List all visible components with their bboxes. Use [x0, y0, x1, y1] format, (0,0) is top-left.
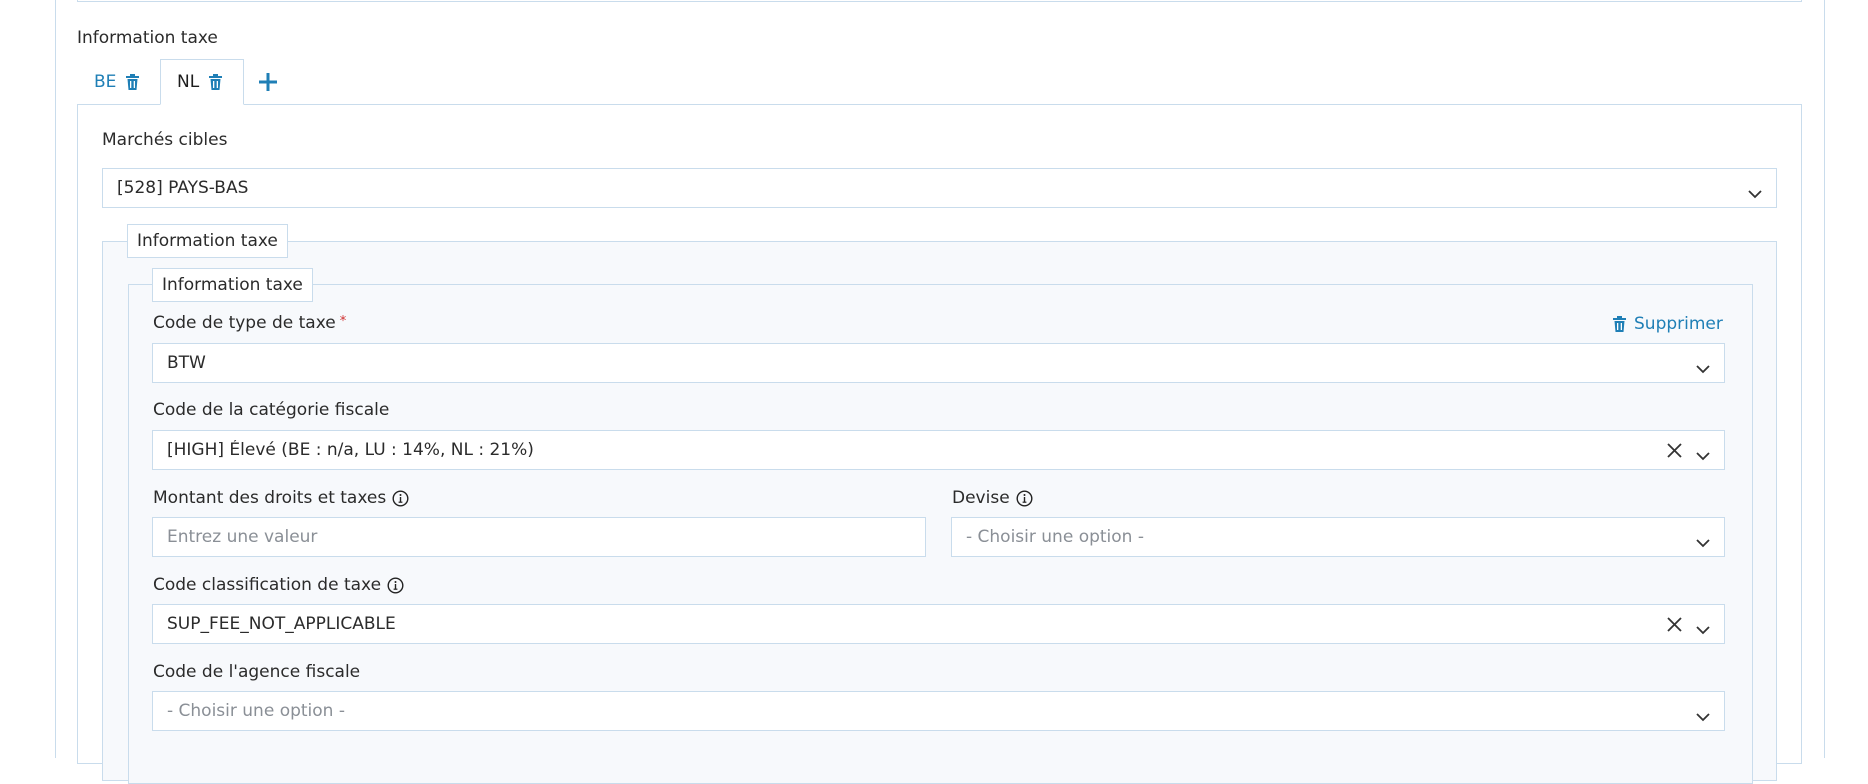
amount-input[interactable]: Entrez une valeur [152, 517, 926, 557]
clear-x-icon[interactable] [1667, 442, 1682, 458]
tax-classification-label-text: Code classification de taxe [153, 575, 382, 595]
info-icon[interactable] [387, 576, 404, 594]
chevron-down-icon [1696, 707, 1710, 721]
currency-placeholder: - Choisir une option - [966, 527, 1144, 547]
info-icon[interactable] [1016, 489, 1033, 507]
tab-nl-label: NL [177, 72, 200, 92]
fieldset-outer-legend: Information taxe [127, 224, 288, 258]
tax-type-label: Code de type de taxe * [153, 313, 346, 333]
currency-select[interactable]: - Choisir une option - [951, 517, 1725, 557]
section-title: Information taxe [77, 28, 218, 48]
tax-classification-label: Code classification de taxe [153, 575, 404, 595]
delete-button[interactable]: Supprimer [1613, 314, 1723, 334]
tax-category-label: Code de la catégorie fiscale [153, 400, 390, 420]
amount-label: Montant des droits et taxes [153, 488, 409, 508]
top-rule [77, 0, 1802, 2]
chevron-down-icon [1748, 184, 1762, 198]
chevron-down-icon [1696, 620, 1710, 634]
tax-category-value: [HIGH] Élevé (BE : n/a, LU : 14%, NL : 2… [167, 440, 534, 460]
add-tab-button[interactable] [259, 59, 277, 105]
amount-placeholder: Entrez une valeur [167, 527, 318, 547]
trash-icon [1613, 316, 1626, 332]
tax-category-select[interactable]: [HIGH] Élevé (BE : n/a, LU : 14%, NL : 2… [152, 430, 1725, 470]
trash-icon[interactable] [126, 74, 140, 90]
tax-agency-label: Code de l'agence fiscale [153, 662, 361, 682]
markets-value: [528] PAYS-BAS [117, 178, 249, 198]
chevron-down-icon [1696, 446, 1710, 460]
amount-label-text: Montant des droits et taxes [153, 488, 387, 508]
tax-type-label-text: Code de type de taxe [153, 313, 336, 333]
tab-be-label: BE [94, 72, 117, 92]
tax-classification-select[interactable]: SUP_FEE_NOT_APPLICABLE [152, 604, 1725, 644]
markets-label: Marchés cibles [102, 130, 228, 150]
tax-classification-value: SUP_FEE_NOT_APPLICABLE [167, 614, 396, 634]
clear-x-icon[interactable] [1667, 616, 1682, 632]
tax-type-select[interactable]: BTW [152, 343, 1725, 383]
tax-agency-select[interactable]: - Choisir une option - [152, 691, 1725, 731]
currency-label-text: Devise [952, 488, 1010, 508]
info-icon[interactable] [392, 489, 409, 507]
chevron-down-icon [1696, 359, 1710, 373]
currency-label: Devise [952, 488, 1033, 508]
tab-nl[interactable]: NL [160, 59, 244, 105]
tab-be[interactable]: BE [84, 59, 149, 105]
trash-icon[interactable] [209, 74, 223, 90]
required-mark: * [339, 314, 347, 329]
tax-type-value: BTW [167, 353, 206, 373]
fieldset-inner-legend: Information taxe [152, 268, 313, 302]
markets-select[interactable]: [528] PAYS-BAS [102, 168, 1777, 208]
chevron-down-icon [1696, 533, 1710, 547]
delete-label: Supprimer [1634, 314, 1723, 334]
plus-icon [259, 67, 277, 97]
tax-agency-placeholder: - Choisir une option - [167, 701, 345, 721]
